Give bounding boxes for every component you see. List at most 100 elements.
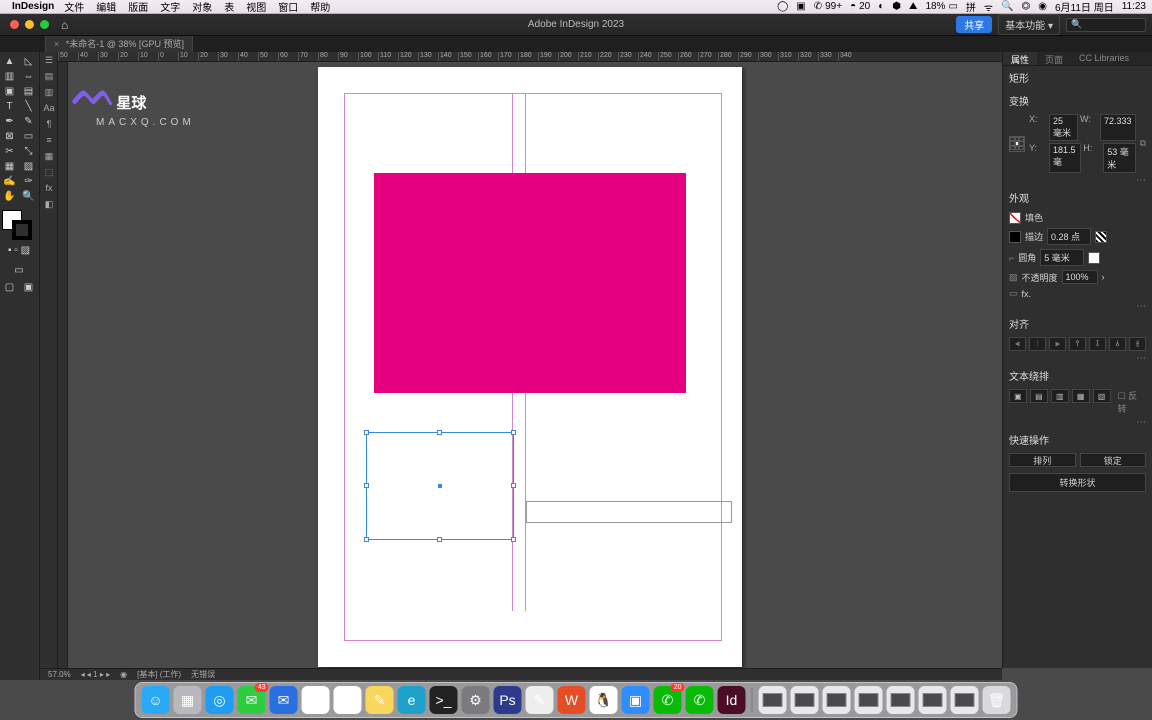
type-tool[interactable]: T (0, 99, 19, 114)
dock-app-qq[interactable]: 🐧 (590, 686, 618, 714)
textwrap-more[interactable]: ⋯ (1003, 417, 1152, 428)
dock-app-terminal[interactable]: >_ (430, 686, 458, 714)
dock-minimized-window[interactable] (759, 686, 787, 714)
status-icon2[interactable]: ▣ (796, 1, 805, 12)
menu-view[interactable]: 视图 (246, 0, 266, 14)
line-tool[interactable]: ╲ (19, 99, 38, 114)
battery[interactable]: 18% ▭ (925, 1, 957, 12)
dock-icon-4[interactable]: Aa (40, 100, 58, 116)
align-more[interactable]: ⋯ (1003, 353, 1152, 364)
align-top[interactable]: ⫯ (1069, 337, 1086, 351)
dock-app-wechat1[interactable]: ✆20 (654, 686, 682, 714)
magenta-rectangle[interactable] (374, 173, 686, 393)
document-page[interactable] (318, 67, 742, 667)
eyedropper-tool[interactable]: ✑ (19, 174, 38, 189)
hand-tool[interactable]: ✋ (0, 189, 19, 204)
convert-shape-button[interactable]: 转换形状 (1009, 473, 1146, 492)
dock-icon-7[interactable]: ▦ (40, 148, 58, 164)
dock-icon-1[interactable]: ☰ (40, 52, 58, 68)
dock-icon-8[interactable]: ⬚ (40, 164, 58, 180)
content-collector-tool[interactable]: ▣ (0, 84, 19, 99)
window-minimize[interactable] (25, 20, 34, 29)
selected-frame[interactable] (366, 432, 514, 540)
opacity-chevron[interactable]: › (1102, 272, 1105, 282)
dock-app-launchpad[interactable]: ▦ (174, 686, 202, 714)
window-maximize[interactable] (40, 20, 49, 29)
time[interactable]: 11:23 (1122, 1, 1146, 12)
fill-swatch[interactable] (1009, 212, 1021, 224)
menu-layout[interactable]: 版面 (128, 0, 148, 14)
transform-y[interactable]: 181.5 毫 (1049, 143, 1081, 173)
share-button[interactable]: 共享 (956, 16, 992, 33)
stroke-weight[interactable]: 0.28 点 (1047, 228, 1091, 245)
page-tool[interactable]: ▥ (0, 69, 19, 84)
status-icon3[interactable]: ◐ (878, 1, 884, 12)
zoom-tool[interactable]: 🔍 (19, 189, 38, 204)
dock-minimized-window[interactable] (919, 686, 947, 714)
window-close[interactable] (10, 20, 19, 29)
date[interactable]: 6月11日 周日 (1055, 0, 1114, 14)
menu-help[interactable]: 帮助 (310, 0, 330, 14)
wrap-bounding[interactable]: ▤ (1030, 389, 1048, 403)
selection-tool[interactable]: ▲ (0, 54, 19, 69)
preflight-icon[interactable]: ◉ (120, 670, 127, 679)
menu-window[interactable]: 窗口 (278, 0, 298, 14)
menu-edit[interactable]: 编辑 (96, 0, 116, 14)
gap-tool[interactable]: ⇔ (19, 69, 38, 84)
constrain-icon[interactable]: ⧉ (1140, 138, 1146, 149)
control-center-icon[interactable]: ⏣ (1022, 1, 1031, 12)
dock-app-wps[interactable]: W (558, 686, 586, 714)
home-icon[interactable]: ⌂ (61, 18, 68, 32)
tab-cclibraries[interactable]: CC Libraries (1071, 52, 1137, 65)
search-icon[interactable]: 🔍 (1001, 1, 1013, 12)
appearance-more[interactable]: ⋯ (1003, 301, 1152, 312)
help-search[interactable]: 🔍 (1066, 18, 1146, 32)
view-mode-2[interactable]: ▣ (19, 280, 38, 295)
distribute-spacing[interactable]: ⫲ (1129, 337, 1146, 351)
dock-app-safari[interactable]: ◎ (206, 686, 234, 714)
workspace-dropdown[interactable]: 基本功能 ▾ (998, 14, 1060, 35)
qq-status[interactable]: ◓ 20 (850, 1, 870, 12)
color-mode-row[interactable]: ▪ ▫ ▨ (0, 240, 38, 260)
dock-minimized-window[interactable] (855, 686, 883, 714)
dock-trash[interactable]: 🗑 (983, 686, 1011, 714)
view-mode-1[interactable]: ▢ (0, 280, 19, 295)
align-vcenter[interactable]: ⫱ (1089, 337, 1106, 351)
status-icon[interactable]: ◯ (777, 1, 788, 12)
pencil-tool[interactable]: ✎ (19, 114, 38, 129)
lock-button[interactable]: 锁定 (1080, 453, 1147, 467)
dock-app-photoshop[interactable]: Ps (494, 686, 522, 714)
scissors-tool[interactable]: ✂ (0, 144, 19, 159)
dock-minimized-window[interactable] (791, 686, 819, 714)
menu-table[interactable]: 表 (224, 0, 234, 14)
dock-app-feishu[interactable]: ▣ (622, 686, 650, 714)
dock-app-mail[interactable]: ✉ (270, 686, 298, 714)
menu-file[interactable]: 文件 (64, 0, 84, 14)
input-method[interactable]: 拼 (966, 0, 976, 14)
arrange-button[interactable]: 排列 (1009, 453, 1076, 467)
opacity-value[interactable]: 100% (1062, 270, 1098, 284)
corner-shape[interactable] (1088, 252, 1100, 264)
wechat-status[interactable]: ✆ 99+ (814, 1, 842, 12)
gradient-feather-tool[interactable]: ▨ (19, 159, 38, 174)
wrap-invert[interactable]: 反转 (1118, 391, 1138, 414)
document-tab[interactable]: × *未命名-1 @ 38% [GPU 预览] (45, 34, 193, 52)
align-hcenter[interactable]: ⫶ (1029, 337, 1046, 351)
zoom-level[interactable]: 57.0% (48, 670, 71, 679)
stroke-swatch[interactable] (1009, 231, 1021, 243)
rectangle-tool[interactable]: ▭ (19, 129, 38, 144)
dock-app-wechat2[interactable]: ✆ (686, 686, 714, 714)
menu-type[interactable]: 文字 (160, 0, 180, 14)
wrap-jump-next[interactable]: ▧ (1093, 389, 1111, 403)
fill-stroke-swatch[interactable] (0, 208, 38, 240)
status-mountain[interactable]: ⛰ (909, 1, 917, 12)
transform-x[interactable]: 25 毫米 (1049, 114, 1078, 141)
dock-app-messages[interactable]: ✉43 (238, 686, 266, 714)
dock-minimized-window[interactable] (823, 686, 851, 714)
transform-h[interactable]: 53 毫米 (1103, 143, 1135, 173)
app-name[interactable]: InDesign (12, 1, 54, 12)
status-icon4[interactable]: ⬢ (892, 1, 901, 12)
dock-icon-10[interactable]: ◧ (40, 196, 58, 212)
dock-icon-9[interactable]: fx (40, 180, 58, 196)
text-frame-small[interactable] (526, 501, 732, 523)
